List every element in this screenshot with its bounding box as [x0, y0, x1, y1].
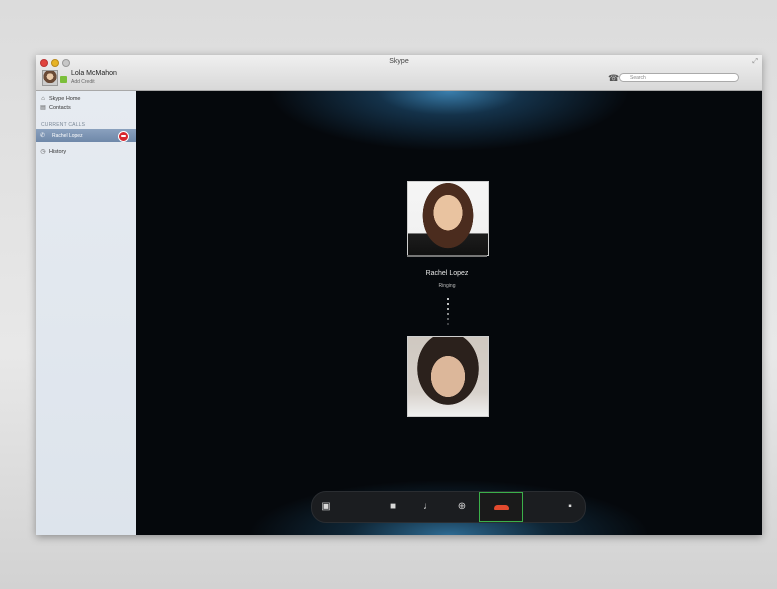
account-name: Lola McMahon	[71, 70, 117, 77]
picture-in-picture-icon[interactable]: ▪	[563, 500, 577, 514]
sidebar-item-contacts[interactable]: ▤ Contacts	[40, 105, 71, 111]
sidebar: ⌂ Skype Home ▤ Contacts CURRENT CALLS ✆ …	[36, 91, 137, 535]
hangup-icon[interactable]	[118, 131, 129, 142]
ringing-indicator-dot	[447, 318, 449, 320]
microphone-icon[interactable]: ♩	[421, 500, 435, 514]
call-controls-bar: ▣ ■ ♩ ⊕ ▪	[311, 491, 586, 523]
self-video-preview	[407, 336, 489, 417]
sidebar-item-history[interactable]: ◷ History	[40, 149, 66, 155]
sidebar-item-skype-home[interactable]: ⌂ Skype Home	[40, 96, 81, 102]
ringing-indicator-dot	[447, 308, 449, 310]
current-calls-header: CURRENT CALLS	[41, 122, 86, 128]
camera-icon[interactable]: ■	[386, 500, 400, 514]
contacts-icon: ▤	[40, 105, 46, 111]
online-status-icon[interactable]	[60, 76, 67, 83]
add-participant-button[interactable]: ⊕	[455, 500, 469, 514]
call-status: Ringing	[438, 283, 456, 289]
history-icon: ◷	[40, 149, 46, 155]
skype-window: Skype ⤢ Lola McMahon Add Credit ☎ ⌕ Sear…	[36, 55, 762, 535]
call-view: Rachel Lopez Ringing ▣ ■ ♩ ⊕ ▪	[136, 91, 762, 535]
ringing-indicator-dot	[447, 303, 449, 305]
title-bar: Skype ⤢ Lola McMahon Add Credit ☎ ⌕ Sear…	[36, 55, 762, 91]
ringing-indicator-dot	[447, 313, 449, 315]
fullscreen-icon[interactable]: ⤢	[752, 58, 758, 66]
sidebar-item-label: History	[49, 149, 67, 155]
callee-avatar	[407, 181, 489, 256]
search-input[interactable]: Search	[619, 73, 739, 82]
call-icon: ✆	[40, 133, 46, 139]
callee-name: Rachel Lopez	[425, 270, 469, 277]
hangup-icon	[494, 505, 509, 510]
ringing-indicator-dot	[447, 323, 449, 325]
dial-pad-icon[interactable]: ☎	[608, 73, 619, 84]
sidebar-item-current-call[interactable]: ✆ Rachel Lopez	[36, 129, 136, 142]
sidebar-item-label: Skype Home	[49, 96, 81, 102]
current-call-label: Rachel Lopez	[52, 133, 83, 139]
show-sidebar-button[interactable]: ▣	[319, 500, 333, 514]
window-title: Skype	[389, 58, 409, 65]
sidebar-item-label: Contacts	[49, 105, 71, 111]
ringing-indicator-dot	[447, 298, 449, 300]
avatar[interactable]	[42, 70, 58, 86]
callee-photo-bar	[407, 255, 487, 257]
end-call-button[interactable]	[479, 492, 523, 522]
home-icon: ⌂	[41, 96, 45, 102]
add-credit-link[interactable]: Add Credit	[71, 79, 95, 85]
